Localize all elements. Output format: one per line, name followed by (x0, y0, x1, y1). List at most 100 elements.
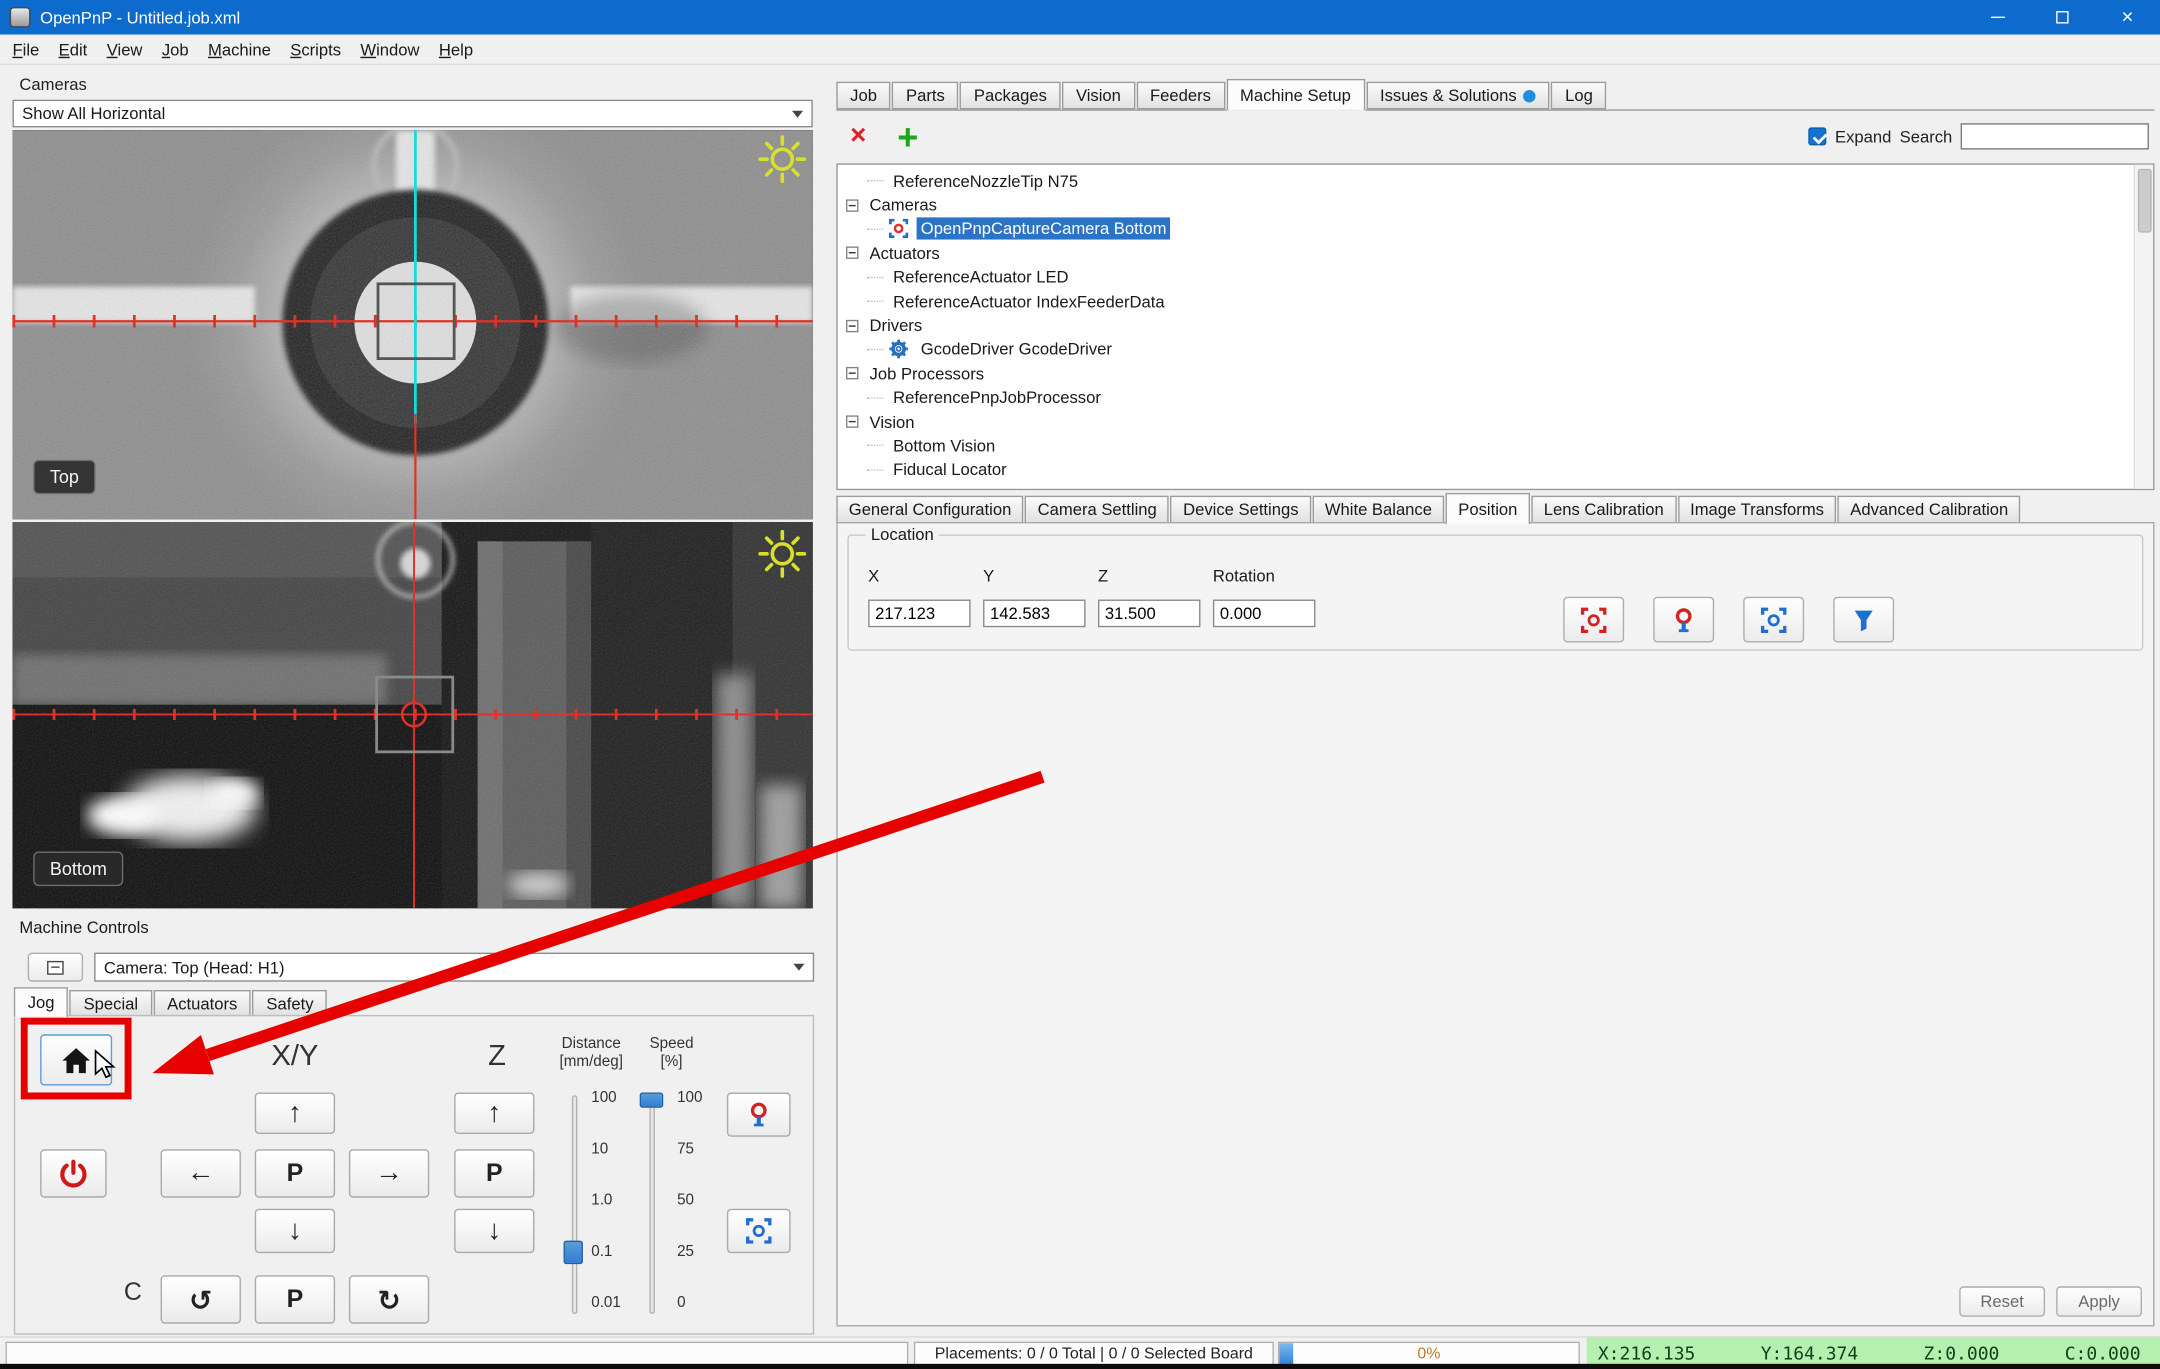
search-input[interactable] (1960, 123, 2149, 150)
tree-scrollbar[interactable] (2133, 164, 2154, 489)
tree-expander-icon[interactable] (845, 198, 859, 212)
apply-button[interactable]: Apply (2056, 1286, 2142, 1317)
tree-item-referencepnpjobprocessor[interactable]: ReferencePnpJobProcessor (838, 386, 2153, 410)
position-camera-button[interactable] (1743, 596, 1805, 643)
tree-expander-icon[interactable] (845, 319, 859, 332)
jog-y-minus-button[interactable]: ↓ (254, 1208, 336, 1254)
jog-y-plus-button[interactable]: ↑ (254, 1092, 336, 1134)
tree-item-cameras[interactable]: Cameras (838, 193, 2153, 217)
tree-item-fiducal-locator[interactable]: Fiducal Locator (838, 458, 2153, 482)
reset-button[interactable]: Reset (1959, 1286, 2046, 1317)
tab-parts[interactable]: Parts (892, 81, 959, 110)
close-button[interactable]: × (2095, 0, 2160, 35)
config-tab-lens-calibration[interactable]: Lens Calibration (1531, 495, 1677, 524)
tab-job[interactable]: Job (836, 81, 891, 110)
capture-nozzle-location-button[interactable] (1653, 596, 1715, 643)
speed-slider[interactable] (649, 1095, 655, 1314)
tree-item-actuators[interactable]: Actuators (838, 241, 2153, 265)
distance-slider-thumb[interactable] (563, 1240, 583, 1265)
mc-tab-jog[interactable]: Jog (13, 987, 69, 1018)
power-button[interactable] (40, 1149, 107, 1198)
minimize-button[interactable] (1965, 0, 2030, 35)
brightness-icon[interactable] (756, 133, 809, 186)
jog-z-plus-button[interactable]: ↑ (454, 1092, 535, 1134)
config-tab-device-settings[interactable]: Device Settings (1170, 495, 1311, 524)
machine-setup-tree: ReferenceNozzleTip N75 Cameras OpenPnpCapt… (836, 163, 2155, 491)
menu-window[interactable]: Window (351, 35, 429, 63)
camera-view-selector[interactable]: Show All Horizontal (12, 99, 813, 128)
brightness-icon[interactable] (756, 528, 809, 581)
speed-slider-thumb[interactable] (639, 1092, 664, 1108)
tree-guide-line (866, 180, 884, 182)
jog-camera-selector[interactable]: Camera: Top (Head: H1) (94, 952, 815, 982)
top-camera-image (12, 130, 813, 520)
location-y-input[interactable] (983, 599, 1086, 628)
minimize-icon (1990, 16, 2005, 18)
maximize-icon (2056, 11, 2069, 24)
menu-edit[interactable]: Edit (49, 35, 97, 63)
tree-item-vision[interactable]: Vision (838, 410, 2153, 434)
jog-x-minus-button[interactable]: ← (160, 1149, 241, 1198)
tree-item-job-processors[interactable]: Job Processors (838, 362, 2153, 386)
collapse-button[interactable] (27, 952, 84, 982)
mc-tab-safety[interactable]: Safety (252, 989, 328, 1017)
location-x-input[interactable] (868, 599, 971, 628)
tab-feeders[interactable]: Feeders (1136, 81, 1225, 110)
menu-machine[interactable]: Machine (198, 35, 280, 63)
capture-nozzle-icon (1675, 607, 1692, 632)
tab-log[interactable]: Log (1551, 81, 1607, 110)
tab-packages[interactable]: Packages (960, 81, 1061, 110)
menu-view[interactable]: View (97, 35, 152, 63)
home-button[interactable] (40, 1034, 113, 1086)
config-tab-image-transforms[interactable]: Image Transforms (1677, 495, 1837, 524)
jog-c-ccw-button[interactable]: ↺ (160, 1275, 241, 1324)
move-camera-button[interactable] (726, 1208, 791, 1254)
location-z-input[interactable] (1097, 599, 1201, 628)
mc-tab-actuators[interactable]: Actuators (153, 989, 252, 1017)
config-tab-general-configuration[interactable]: General Configuration (836, 495, 1024, 524)
config-tab-white-balance[interactable]: White Balance (1312, 495, 1445, 524)
park-c-button[interactable]: P (254, 1275, 336, 1324)
top-camera-view[interactable]: Top (12, 130, 813, 520)
tree-item-referencenozzletip-n75[interactable]: ReferenceNozzleTip N75 (838, 169, 2153, 193)
tree-item-openpnpcapturecamera-bottom[interactable]: OpenPnpCaptureCamera Bottom (838, 217, 2153, 241)
park-z-axis-button[interactable]: P (454, 1149, 535, 1198)
tab-machine-setup[interactable]: Machine Setup (1226, 78, 1365, 111)
menu-scripts[interactable]: Scripts (281, 35, 351, 63)
tree-item-gcodedriver-gcodedriver[interactable]: GcodeDriver GcodeDriver (838, 337, 2153, 361)
add-button[interactable]: + (897, 116, 918, 159)
tab-vision[interactable]: Vision (1062, 81, 1135, 110)
jog-x-plus-button[interactable]: → (348, 1149, 430, 1198)
jog-z-minus-button[interactable]: ↓ (454, 1208, 535, 1254)
maximize-button[interactable] (2030, 0, 2095, 35)
menu-help[interactable]: Help (429, 35, 483, 63)
capture-camera-location-button[interactable] (1563, 596, 1625, 643)
config-tab-label: Advanced Calibration (1850, 499, 2009, 520)
position-tool-button[interactable] (1833, 596, 1895, 643)
expand-checkbox[interactable] (1808, 127, 1827, 146)
tree-expander-icon[interactable] (845, 246, 859, 260)
config-tab-advanced-calibration[interactable]: Advanced Calibration (1837, 495, 2021, 524)
jog-c-cw-button[interactable]: ↻ (348, 1275, 430, 1324)
mc-tab-special[interactable]: Special (69, 989, 152, 1017)
menu-file[interactable]: File (3, 35, 49, 63)
tree-expander-icon[interactable] (845, 367, 859, 380)
tree-expander-icon[interactable] (845, 415, 859, 428)
tree-item-bottom-vision[interactable]: Bottom Vision (838, 434, 2153, 458)
capture-nozzle-button[interactable] (726, 1092, 791, 1137)
park-xy-button[interactable]: P (254, 1149, 336, 1198)
menu-job[interactable]: Job (152, 35, 198, 63)
delete-button[interactable]: × (850, 120, 866, 152)
bottom-camera-view[interactable]: Bottom (12, 521, 813, 909)
search-label: Search (1899, 126, 1953, 147)
config-tab-camera-settling[interactable]: Camera Settling (1025, 495, 1170, 524)
tree-scrollbar-thumb[interactable] (2137, 168, 2152, 233)
distance-slider[interactable] (571, 1095, 578, 1314)
tree-guide-line (866, 348, 884, 351)
tree-item-referenceactuator-indexfeederdata[interactable]: ReferenceActuator IndexFeederData (838, 289, 2153, 313)
config-tab-position[interactable]: Position (1445, 492, 1530, 525)
tree-item-referenceactuator-led[interactable]: ReferenceActuator LED (838, 265, 2153, 289)
location-rotation-input[interactable] (1212, 599, 1316, 628)
tree-item-drivers[interactable]: Drivers (838, 313, 2153, 337)
tab-issues-solutions[interactable]: Issues & Solutions (1366, 81, 1550, 110)
